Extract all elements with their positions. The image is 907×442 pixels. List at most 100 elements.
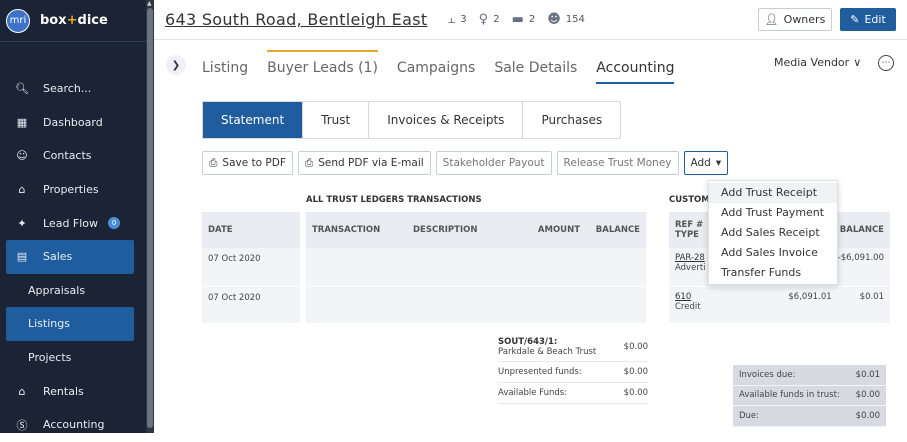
totals-label: Available funds in trust: (739, 390, 840, 401)
segment-statement[interactable]: Statement (203, 102, 304, 138)
available-funds-row: Available Funds: $0.00 (498, 383, 648, 404)
bed-icon: ⫠ (447, 12, 456, 27)
trust-ledger-title: ALL TRUST LEDGERS TRANSACTIONS (306, 195, 482, 205)
main-content: 643 South Road, Bentleigh East ⫠ 3 ♀ 2 ▬ 2 … (154, 0, 907, 433)
pdf-icon: ⎙ (209, 156, 218, 169)
sidebar-item-projects[interactable]: Projects (0, 341, 146, 375)
sidebar-item-dashboard[interactable]: ▦ Dashboard (0, 106, 146, 140)
date-table: DATE 07 Oct 2020 07 Oct 2020 (202, 212, 300, 323)
col-ref: REF # (675, 220, 704, 230)
statement-segments: Statement Trust Invoices & Receipts Purc… (202, 101, 622, 139)
caret-down-icon: ▾ (715, 157, 722, 169)
sales-icon: ▤ (16, 250, 28, 264)
tab-buyer-leads[interactable]: Buyer Leads (1) (267, 50, 378, 84)
stakeholder-payout-button[interactable]: Stakeholder Payout (435, 151, 552, 175)
contacts-icon: ☺ (16, 149, 28, 163)
brand-name-plus: + (66, 13, 78, 28)
sidebar: mri box+dice 🔍︎ Search... ▦ Dashboard ☺ Con… (0, 0, 146, 433)
chevron-right-icon[interactable]: ❯ (166, 55, 186, 75)
more-options-icon[interactable]: ⋯ (878, 55, 894, 71)
bedrooms-count: 3 (460, 14, 467, 25)
totals-value: $0.00 (855, 410, 880, 421)
property-header: 643 South Road, Bentleigh East ⫠ 3 ♀ 2 ▬ 2 … (154, 0, 907, 40)
tab-listing[interactable]: Listing (202, 50, 248, 84)
users-icon: ☻ (547, 12, 561, 27)
tab-campaigns[interactable]: Campaigns (397, 50, 475, 84)
scrollbar-thumb[interactable] (147, 8, 153, 428)
customer-ledger-title: CUSTOM (669, 195, 710, 205)
menu-item-add-trust-receipt[interactable]: Add Trust Receipt (709, 183, 837, 203)
brand-name: box+dice (40, 13, 108, 28)
tab-accounting[interactable]: Accounting (596, 50, 675, 84)
accounting-icon: Ⓢ (16, 418, 28, 432)
sidebar-nav: 🔍︎ Search... ▦ Dashboard ☺ Contacts ⌂ Proper… (0, 72, 146, 442)
row-date: 07 Oct 2020 (208, 293, 261, 303)
sidebar-item-search[interactable]: 🔍︎ Search... (0, 72, 146, 106)
sidebar-item-listings[interactable]: Listings (6, 307, 134, 341)
dashboard-icon: ▦ (16, 115, 28, 129)
sidebar-item-label: Sales (43, 250, 73, 264)
ref-type-header: REF # TYPE (675, 220, 703, 240)
menu-item-add-sales-invoice[interactable]: Add Sales Invoice (709, 242, 837, 262)
menu-item-add-trust-payment[interactable]: Add Trust Payment (709, 203, 837, 223)
invoices-due-row: Invoices due: $0.01 (733, 365, 886, 386)
sidebar-item-contacts[interactable]: ☺ Contacts (0, 139, 146, 173)
rentals-icon: ⌂ (18, 384, 26, 398)
tab-bar: ❯ Listing Buyer Leads (1) Campaigns Sale… (154, 50, 907, 84)
segment-purchases[interactable]: Purchases (523, 102, 620, 138)
menu-item-transfer-funds[interactable]: Transfer Funds (709, 262, 837, 282)
edit-icon: ✎ (850, 13, 860, 26)
row-ref-type: PAR-28 Adverti (675, 253, 706, 286)
col-amount: AMOUNT (537, 225, 580, 235)
unpresented-label: Unpresented funds: (498, 367, 582, 377)
brand-name-part2: dice (77, 13, 108, 28)
owner-icon: 👤︎ (764, 13, 779, 26)
totals-label: Invoices due: (739, 369, 796, 380)
available-value: $0.00 (623, 388, 648, 398)
edit-button[interactable]: ✎ Edit (840, 8, 896, 31)
sidebar-item-appraisals[interactable]: Appraisals (0, 274, 146, 308)
sidebar-item-properties[interactable]: ⌂ Properties (0, 173, 146, 207)
row-date: 07 Oct 2020 (208, 254, 261, 264)
sidebar-item-label: Listings (28, 317, 70, 331)
property-address[interactable]: 643 South Road, Bentleigh East (165, 10, 427, 29)
row-ref-link[interactable]: PAR-28 (675, 253, 706, 263)
row-balance: $0.01 (859, 292, 884, 302)
release-trust-button[interactable]: Release Trust Money (556, 151, 679, 175)
scroll-up-arrow-icon[interactable]: ▲ (147, 0, 152, 7)
search-icon: 🔍︎ (15, 82, 29, 96)
send-pdf-button[interactable]: ⎙ Send PDF via E-mail (297, 151, 431, 175)
sidebar-item-sales[interactable]: ▤ Sales (6, 239, 134, 274)
sidebar-scrollbar[interactable]: ▲ (146, 0, 154, 433)
row-ref-link[interactable]: 610 (675, 292, 701, 302)
table-row (306, 287, 646, 323)
row-balance: -$6,091.00 (837, 253, 884, 263)
sidebar-item-label: Search... (43, 82, 92, 96)
shower-icon: ♀ (478, 12, 489, 27)
vendor-select[interactable]: Media Vendor ∨ (774, 56, 861, 69)
bathrooms-count: 2 (493, 14, 500, 25)
unpresented-funds-row: Unpresented funds: $0.00 (498, 362, 648, 383)
trust-ledger-table: TRANSACTION DESCRIPTION AMOUNT BALANCE (306, 212, 646, 323)
table-row: 07 Oct 2020 (202, 287, 300, 323)
chevron-down-icon: ∨ (853, 56, 862, 69)
trust-account-name: Parkdale & Beach Trust (498, 346, 597, 357)
sidebar-item-accounting[interactable]: Ⓢ Accounting (0, 408, 146, 442)
col-transaction: TRANSACTION (312, 225, 381, 235)
sidebar-item-lead-flow[interactable]: ✦ Lead Flow 0 (0, 206, 146, 240)
sidebar-item-label: Accounting (43, 418, 105, 432)
save-pdf-label: Save to PDF (222, 157, 286, 169)
totals-value: $0.00 (855, 390, 880, 401)
sidebar-item-rentals[interactable]: ⌂ Rentals (0, 374, 146, 408)
contacts-count: 154 (565, 14, 585, 25)
printer-icon: ⎙ (304, 156, 314, 169)
save-pdf-button[interactable]: ⎙ Save to PDF (202, 151, 293, 175)
tab-sale-details[interactable]: Sale Details (494, 50, 577, 84)
segment-trust[interactable]: Trust (303, 102, 370, 138)
car-icon: ▬ (511, 12, 524, 27)
trust-account-code: SOUT/643/1: (498, 336, 558, 347)
segment-invoices-receipts[interactable]: Invoices & Receipts (369, 102, 524, 138)
owners-button[interactable]: 👤︎ Owners (758, 8, 832, 31)
add-dropdown-button[interactable]: Add ▾ (683, 151, 729, 175)
menu-item-add-sales-receipt[interactable]: Add Sales Receipt (709, 223, 837, 243)
